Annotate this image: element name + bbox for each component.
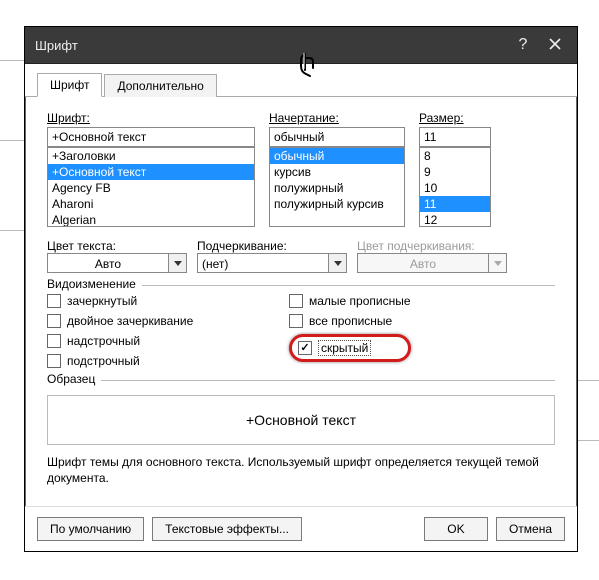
- checkbox-allcaps[interactable]: все прописные: [289, 314, 411, 328]
- list-item[interactable]: обычный: [270, 148, 404, 164]
- checkbox-label: двойное зачеркивание: [67, 314, 193, 328]
- checkbox-strike[interactable]: зачеркнутый: [47, 294, 247, 308]
- font-color-label: Цвет текста:: [47, 239, 116, 253]
- sample-preview: +Основной текст: [47, 395, 555, 445]
- list-item[interactable]: полужирный курсив: [270, 196, 404, 212]
- checkbox-icon: [47, 354, 61, 368]
- effects-group: Видоизменение зачеркнутый двойное зачерк…: [47, 285, 555, 368]
- close-icon: [549, 37, 561, 53]
- checkbox-label: надстрочный: [67, 334, 140, 348]
- underline-combo[interactable]: (нет): [197, 253, 347, 273]
- font-label: Шрифт:: [47, 111, 255, 125]
- list-item[interactable]: курсив: [270, 164, 404, 180]
- style-label: Начертание:: [269, 111, 405, 125]
- checkbox-icon: [289, 314, 303, 328]
- dialog-body: Шрифт: +Заголовки +Основной текст Agency…: [25, 97, 577, 494]
- tab-font[interactable]: Шрифт: [37, 73, 102, 97]
- list-item[interactable]: полужирный: [270, 180, 404, 196]
- checkbox-label: скрытый: [318, 340, 371, 356]
- sample-legend: Образец: [47, 372, 101, 386]
- list-item[interactable]: Aharoni: [48, 196, 254, 212]
- help-button[interactable]: ?: [507, 31, 539, 59]
- checkbox-label: малые прописные: [309, 294, 411, 308]
- font-dialog: Шрифт ? Шрифт Дополнительно: [24, 26, 578, 552]
- list-item[interactable]: 11: [420, 196, 490, 212]
- size-label: Размер:: [419, 111, 491, 125]
- checkbox-hidden-highlight: скрытый: [289, 334, 411, 362]
- checkbox-subscript[interactable]: подстрочный: [47, 354, 247, 368]
- size-listbox[interactable]: 8 9 10 11 12: [419, 147, 491, 227]
- list-item[interactable]: 10: [420, 180, 490, 196]
- checkbox-label: зачеркнутый: [67, 294, 137, 308]
- underline-label: Подчеркивание:: [197, 239, 287, 253]
- effects-legend: Видоизменение: [47, 277, 142, 291]
- size-input[interactable]: [419, 127, 491, 147]
- style-input[interactable]: [269, 127, 405, 147]
- checkbox-smallcaps[interactable]: малые прописные: [289, 294, 411, 308]
- list-item[interactable]: 9: [420, 164, 490, 180]
- theme-font-description: Шрифт темы для основного текста. Использ…: [47, 455, 555, 486]
- checkbox-label: подстрочный: [67, 354, 140, 368]
- list-item[interactable]: Algerian: [48, 212, 254, 227]
- font-input[interactable]: [47, 127, 255, 147]
- list-item[interactable]: +Основной текст: [48, 164, 254, 180]
- set-default-button[interactable]: По умолчанию: [37, 517, 144, 541]
- font-color-combo[interactable]: Авто: [47, 253, 187, 273]
- list-item[interactable]: 12: [420, 212, 490, 227]
- sample-group: Образец +Основной текст Шрифт темы для о…: [47, 380, 555, 486]
- checkbox-label: все прописные: [309, 314, 392, 328]
- checkbox-icon: [47, 294, 61, 308]
- tab-advanced[interactable]: Дополнительно: [104, 74, 216, 97]
- checkbox-icon: [298, 341, 312, 355]
- underline-value: (нет): [197, 253, 329, 273]
- titlebar: Шрифт ?: [25, 27, 577, 64]
- chevron-down-icon: [329, 253, 347, 273]
- help-icon: ?: [519, 36, 528, 54]
- close-button[interactable]: [539, 31, 571, 59]
- underline-color-combo: Авто: [357, 253, 507, 273]
- checkbox-icon: [47, 314, 61, 328]
- text-effects-button[interactable]: Текстовые эффекты...: [152, 517, 302, 541]
- chevron-down-icon: [169, 253, 187, 273]
- chevron-down-icon: [489, 253, 507, 273]
- font-listbox[interactable]: +Заголовки +Основной текст Agency FB Aha…: [47, 147, 255, 227]
- list-item[interactable]: Agency FB: [48, 180, 254, 196]
- dialog-footer: По умолчанию Текстовые эффекты... OK Отм…: [25, 506, 577, 551]
- tab-strip: Шрифт Дополнительно: [25, 64, 577, 97]
- checkbox-icon: [47, 334, 61, 348]
- list-item[interactable]: +Заголовки: [48, 148, 254, 164]
- sample-text: +Основной текст: [246, 412, 356, 428]
- cancel-button[interactable]: Отмена: [496, 517, 565, 541]
- list-item[interactable]: 8: [420, 148, 490, 164]
- window-title: Шрифт: [35, 38, 78, 53]
- checkbox-superscript[interactable]: надстрочный: [47, 334, 247, 348]
- checkbox-double-strike[interactable]: двойное зачеркивание: [47, 314, 247, 328]
- underline-color-label: Цвет подчеркивания:: [357, 239, 475, 253]
- underline-color-value: Авто: [357, 253, 489, 273]
- ok-button[interactable]: OK: [424, 517, 488, 541]
- font-color-value: Авто: [47, 253, 169, 273]
- checkbox-icon: [289, 294, 303, 308]
- checkbox-hidden[interactable]: скрытый: [298, 340, 371, 356]
- style-listbox[interactable]: обычный курсив полужирный полужирный кур…: [269, 147, 405, 227]
